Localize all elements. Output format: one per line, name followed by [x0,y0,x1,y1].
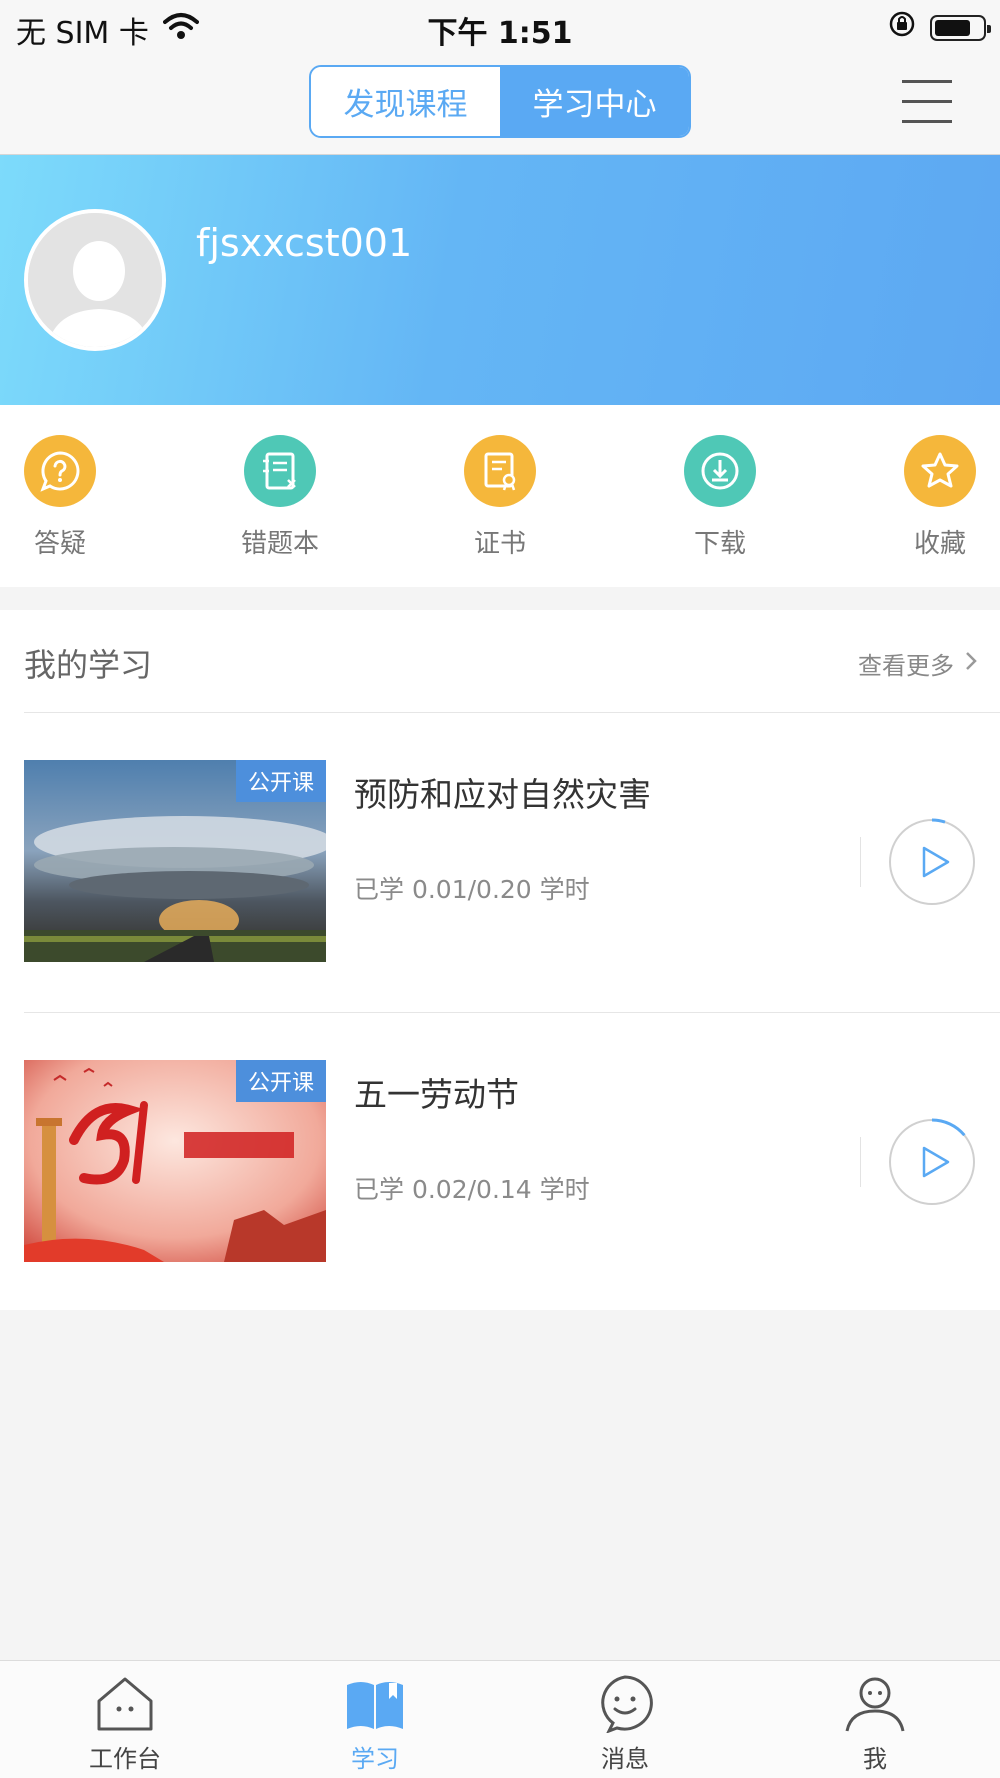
my-study-header: 我的学习 查看更多 [0,610,1000,712]
clock: 下午 1:51 [427,16,573,51]
segmented-control: 发现课程 学习中心 [309,65,691,138]
quick-action-label: 收藏 [913,529,966,559]
quick-action-wrong-questions[interactable]: 错题本 [220,435,340,560]
course-progress: 已学 0.02/0.14 学时 [354,1175,590,1204]
default-avatar-icon[interactable] [24,209,166,351]
download-icon [684,435,756,507]
quick-action-download[interactable]: 下载 [660,435,780,560]
battery-level [935,20,970,36]
tab-label: 工作台 [89,1745,161,1773]
orientation-lock-icon [888,10,916,46]
quick-action-certificate[interactable]: 证书 [440,435,560,560]
view-more-link[interactable]: 查看更多 [858,646,978,681]
quick-actions: 答疑 错题本 证书 下载 收藏 [0,405,1000,587]
person-icon [845,1677,905,1732]
tab-me[interactable]: 我 [800,1673,950,1774]
course-thumbnail[interactable]: 公开课 [24,1060,326,1262]
status-bar: 无 SIM 卡 下午 1:51 [0,0,1000,51]
tab-discover-courses[interactable]: 发现课程 [311,67,500,136]
course-item[interactable]: 公开课 预防和应对自然灾害 已学 0.01/0.20 学时 [0,712,1000,1012]
quick-action-label: 答疑 [33,529,86,559]
tab-label: 我 [863,1745,887,1773]
tab-workbench[interactable]: 工作台 [50,1673,200,1774]
house-icon [97,1677,153,1731]
course-progress: 已学 0.01/0.20 学时 [354,875,590,904]
message-face-icon [601,1675,653,1734]
quick-action-qa[interactable]: 答疑 [0,435,120,560]
play-icon [889,818,975,905]
separator [860,1137,861,1187]
my-study-section: 我的学习 查看更多 公开课 预防和应对自然灾害 已学 0.01/0.20 学时 … [0,610,1000,1310]
view-more-label: 查看更多 [858,652,954,680]
book-icon [347,1682,403,1729]
bottom-tab-bar: 工作台 学习 消息 我 [0,1660,1000,1778]
quick-action-favorites[interactable]: 收藏 [880,435,1000,560]
star-icon [904,435,976,507]
nav-header: 发现课程 学习中心 [0,50,1000,155]
play-button[interactable] [888,818,976,906]
separator [860,837,861,887]
profile-banner: fjsxxcst001 [0,155,1000,405]
play-button[interactable] [888,1118,976,1206]
notebook-icon [244,435,316,507]
battery-icon [930,15,991,41]
chevron-right-icon [964,650,978,678]
course-tag: 公开课 [235,760,326,802]
quick-action-label: 证书 [473,529,526,559]
hamburger-menu-icon[interactable] [902,80,952,124]
tab-learning[interactable]: 学习 [300,1673,450,1774]
course-title: 预防和应对自然灾害 [354,775,651,814]
tab-learning-center[interactable]: 学习中心 [500,67,689,136]
course-thumbnail[interactable]: 公开课 [24,760,326,962]
course-item[interactable]: 公开课 五一劳动节 已学 0.02/0.14 学时 [0,1012,1000,1312]
tab-label: 消息 [601,1745,649,1773]
quick-action-label: 错题本 [240,529,319,559]
certificate-icon [464,435,536,507]
question-chat-icon [24,435,96,507]
course-title: 五一劳动节 [354,1075,519,1114]
username: fjsxxcst001 [196,221,413,265]
tab-label: 学习 [351,1745,399,1773]
course-tag: 公开课 [235,1060,326,1102]
section-title: 我的学习 [24,646,153,684]
tab-messages[interactable]: 消息 [550,1673,700,1774]
play-icon [889,1118,975,1205]
quick-action-label: 下载 [693,529,746,559]
